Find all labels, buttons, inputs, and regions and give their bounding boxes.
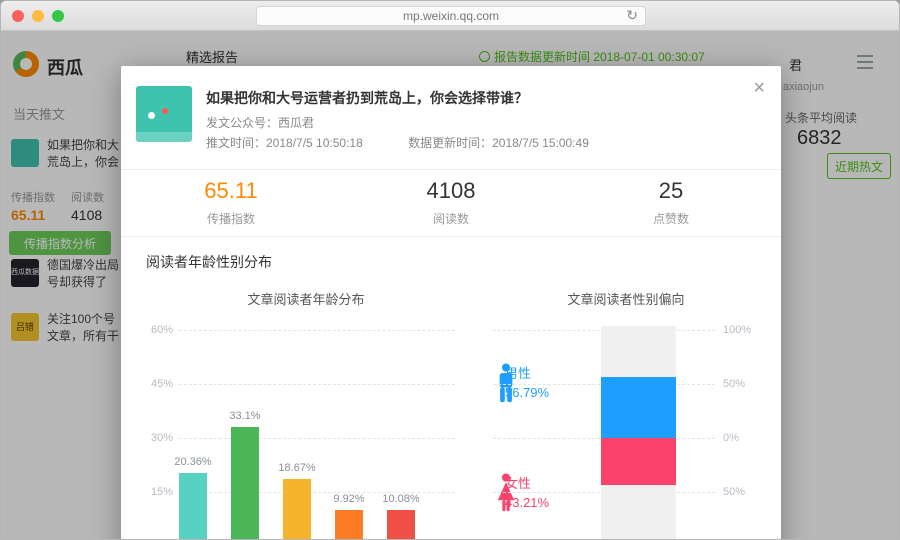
data-update-time: 数据更新时间：2018/7/5 15:00:49 bbox=[408, 136, 589, 150]
thumb-figure bbox=[148, 112, 155, 119]
bar-value-label: 20.36% bbox=[161, 456, 225, 468]
modal-article-title: 如果把你和大号运营者扔到荒岛上，你会选择带谁？ bbox=[206, 88, 746, 108]
stat-reads-value: 4108 bbox=[341, 178, 561, 204]
bar-value-label: 10.08% bbox=[369, 493, 433, 505]
stat-spread-index: 65.11 传播指数 bbox=[121, 178, 341, 236]
gender-chart: 文章阅读者性别偏向 男性 56.79% bbox=[481, 281, 771, 540]
close-icon[interactable]: × bbox=[753, 78, 765, 98]
age-chart: 文章阅读者年龄分布 60%45%30%15%20.36%33.1%18.67%9… bbox=[141, 281, 471, 540]
bar-value-label: 18.67% bbox=[265, 462, 329, 474]
age-bar[interactable] bbox=[231, 427, 259, 540]
gender-chart-title: 文章阅读者性别偏向 bbox=[481, 289, 771, 308]
y-axis-tick: 0% bbox=[723, 432, 759, 444]
age-chart-title: 文章阅读者年龄分布 bbox=[141, 289, 471, 308]
stat-reads-label: 阅读数 bbox=[341, 210, 561, 227]
y-axis-tick: 50% bbox=[723, 486, 759, 498]
page-content: 西瓜 精选报告 报告数据更新时间 2018-07-01 00:30:07 当天推… bbox=[1, 31, 899, 539]
fullscreen-window-button[interactable] bbox=[52, 10, 64, 22]
browser-chrome: mp.weixin.qq.com ↻ bbox=[1, 1, 899, 31]
url-text: mp.weixin.qq.com bbox=[403, 9, 499, 23]
stat-spread-label: 传播指数 bbox=[121, 210, 341, 227]
stat-spread-value: 65.11 bbox=[121, 178, 341, 204]
y-axis-tick: 60% bbox=[141, 324, 173, 336]
traffic-lights bbox=[12, 10, 64, 22]
female-bar-segment[interactable] bbox=[601, 438, 676, 485]
stat-likes: 25 点赞数 bbox=[561, 178, 781, 236]
y-axis-tick: 45% bbox=[141, 378, 173, 390]
publisher-account: 发文公众号：西瓜君 bbox=[206, 114, 314, 131]
age-bar[interactable] bbox=[335, 510, 363, 540]
male-bar-segment[interactable] bbox=[601, 377, 676, 438]
article-detail-modal: × 如果把你和大号运营者扔到荒岛上，你会选择带谁？ 发文公众号：西瓜君 推文时间… bbox=[121, 66, 781, 540]
stat-likes-value: 25 bbox=[561, 178, 781, 204]
y-axis-tick: 100% bbox=[723, 324, 759, 336]
stat-reads: 4108 阅读数 bbox=[341, 178, 561, 236]
divider bbox=[121, 236, 781, 237]
thumb-figure bbox=[162, 108, 168, 114]
stats-row: 65.11 传播指数 4108 阅读数 25 点赞数 bbox=[121, 178, 781, 236]
y-axis-tick: 30% bbox=[141, 432, 173, 444]
section-title: 阅读者年龄性别分布 bbox=[146, 252, 272, 272]
age-bar[interactable] bbox=[283, 479, 311, 540]
time-info: 推文时间：2018/7/5 10:50:18 数据更新时间：2018/7/5 1… bbox=[206, 134, 706, 151]
y-axis-tick: 15% bbox=[141, 486, 173, 498]
post-time: 推文时间：2018/7/5 10:50:18 bbox=[206, 136, 363, 150]
bar-value-label: 33.1% bbox=[213, 410, 277, 422]
y-axis-tick: 50% bbox=[723, 378, 759, 390]
modal-article-thumbnail bbox=[136, 86, 192, 142]
divider bbox=[121, 169, 781, 170]
gridline bbox=[179, 330, 455, 331]
stat-likes-label: 点赞数 bbox=[561, 210, 781, 227]
thumb-decoration bbox=[136, 132, 192, 142]
gridline bbox=[179, 384, 455, 385]
age-bar[interactable] bbox=[387, 510, 415, 540]
address-bar[interactable]: mp.weixin.qq.com ↻ bbox=[256, 6, 646, 26]
age-bar[interactable] bbox=[179, 473, 207, 540]
minimize-window-button[interactable] bbox=[32, 10, 44, 22]
browser-window: mp.weixin.qq.com ↻ 西瓜 精选报告 报告数据更新时间 2018… bbox=[0, 0, 900, 540]
gridline bbox=[179, 438, 455, 439]
male-legend: 男性 56.79% bbox=[495, 363, 605, 400]
reload-icon[interactable]: ↻ bbox=[626, 7, 638, 24]
close-window-button[interactable] bbox=[12, 10, 24, 22]
